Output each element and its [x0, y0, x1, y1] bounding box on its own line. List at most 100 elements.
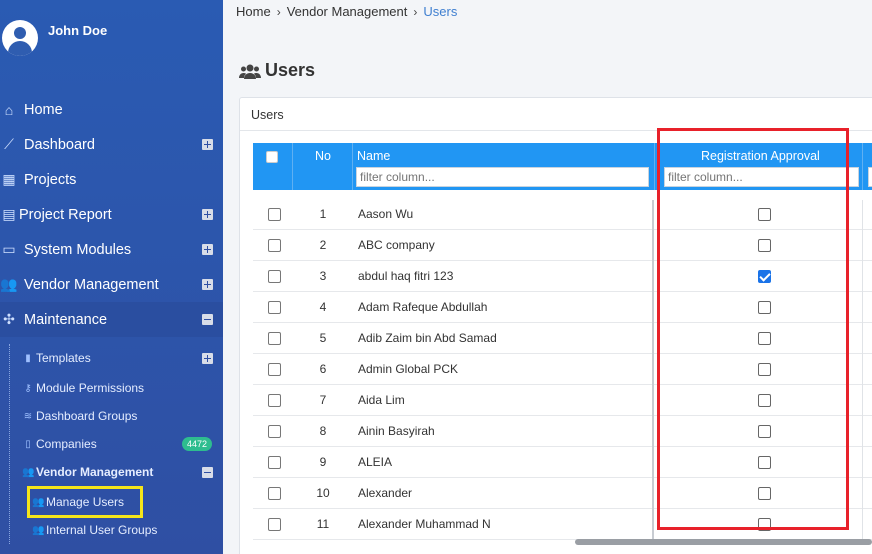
- breadcrumb-vendor-management[interactable]: Vendor Management: [287, 4, 408, 19]
- building-icon: ▯: [25, 438, 31, 450]
- row-number: 4: [319, 300, 327, 314]
- user-panel: John Doe: [0, 0, 223, 86]
- sidebar-subitem-label: Companies: [36, 437, 97, 451]
- sidebar: John Doe ⌂ Home ⟋ Dashboard ▦ Projects ▤ Projec…: [0, 0, 223, 554]
- select-all-checkbox[interactable]: [266, 151, 278, 163]
- sidebar-subitem-module-permissions[interactable]: ⚷ Module Permissions: [0, 374, 223, 402]
- highlight-manage-users: [27, 486, 143, 518]
- row-number: 11: [316, 517, 330, 531]
- row-number: 10: [316, 486, 330, 500]
- row-name: Alexander: [358, 486, 413, 500]
- row-number: 1: [319, 207, 327, 221]
- breadcrumb: Home › Vendor Management › Users: [236, 4, 457, 19]
- header-name-col[interactable]: Name: [353, 143, 655, 190]
- chevron-right-icon: ›: [276, 4, 281, 19]
- column-resize-handle[interactable]: [652, 200, 654, 540]
- header-select-col: [253, 143, 293, 190]
- row-name: Aason Wu: [358, 207, 414, 221]
- collapse-icon[interactable]: [202, 466, 213, 478]
- row-number: 2: [319, 238, 327, 252]
- expand-icon[interactable]: [202, 209, 213, 220]
- expand-icon[interactable]: [202, 279, 213, 290]
- sidebar-subitem-companies[interactable]: ▯ Companies 4472: [0, 430, 223, 458]
- row-select-checkbox[interactable]: [268, 394, 281, 407]
- users-icon: 👥: [0, 276, 18, 292]
- layers-icon: ≋: [23, 410, 33, 422]
- sidebar-item-label: Home: [24, 101, 63, 118]
- monitor-icon: ▭: [2, 241, 16, 257]
- sidebar-subitem-internal-user-groups[interactable]: 👥 Internal User Groups: [0, 516, 223, 544]
- sidebar-item-project-report[interactable]: ▤ Project Report: [0, 197, 223, 232]
- breadcrumb-users: Users: [423, 4, 458, 19]
- row-name: Adam Rafeque Abdullah: [358, 300, 488, 314]
- row-name: Aida Lim: [358, 393, 405, 407]
- page-title: Users: [239, 60, 315, 81]
- row-name: Adib Zaim bin Abd Samad: [358, 331, 497, 345]
- key-icon: ⚷: [24, 382, 32, 394]
- users-icon: 👥: [22, 466, 35, 478]
- row-number: 3: [319, 269, 327, 283]
- sidebar-item-maintenance[interactable]: ✣ Maintenance: [0, 302, 223, 337]
- chevron-right-icon: ›: [413, 4, 418, 19]
- row-select-checkbox[interactable]: [268, 518, 281, 531]
- sidebar-item-vendor-management[interactable]: 👥 Vendor Management: [0, 267, 223, 302]
- sidebar-subitem-label: Vendor Management: [36, 465, 154, 479]
- breadcrumb-home[interactable]: Home: [236, 4, 271, 19]
- row-select-checkbox[interactable]: [268, 270, 281, 283]
- next-filter-input[interactable]: [868, 167, 872, 187]
- avatar[interactable]: [2, 20, 38, 56]
- row-select-checkbox[interactable]: [268, 456, 281, 469]
- network-icon: ✣: [3, 311, 15, 327]
- row-select-checkbox[interactable]: [268, 363, 281, 376]
- chart-icon: ⟋: [4, 136, 14, 152]
- table-icon: ▦: [2, 171, 16, 187]
- row-number: 6: [319, 362, 327, 376]
- sidebar-subitem-vendor-management[interactable]: 👥 Vendor Management: [0, 458, 223, 486]
- row-name: abdul haq fitri 123: [358, 269, 454, 283]
- expand-icon[interactable]: [202, 352, 213, 364]
- expand-icon[interactable]: [202, 244, 213, 255]
- sidebar-item-system-modules[interactable]: ▭ System Modules: [0, 232, 223, 267]
- user-name: John Doe: [48, 23, 108, 38]
- row-name: Admin Global PCK: [358, 362, 459, 376]
- header-no-col[interactable]: No: [293, 143, 353, 190]
- row-select-checkbox[interactable]: [268, 239, 281, 252]
- highlight-registration-approval: [657, 128, 849, 530]
- sidebar-item-projects[interactable]: ▦ Projects: [0, 162, 223, 197]
- collapse-icon[interactable]: [202, 314, 213, 325]
- name-filter-input[interactable]: [356, 167, 649, 187]
- count-badge: 4472: [182, 437, 213, 451]
- users-icon: 👥: [32, 524, 45, 536]
- card-title: Users: [251, 108, 284, 122]
- row-name: ABC company: [358, 238, 435, 252]
- header-next-col: [863, 143, 872, 190]
- row-number: 5: [319, 331, 327, 345]
- header-name: Name: [357, 149, 391, 163]
- row-select-checkbox[interactable]: [268, 332, 281, 345]
- sidebar-item-label: Dashboard: [24, 136, 95, 153]
- horizontal-scrollbar[interactable]: [575, 539, 872, 545]
- header-no: No: [315, 149, 331, 163]
- row-select-checkbox[interactable]: [268, 208, 281, 221]
- sidebar-item-label: System Modules: [24, 241, 132, 258]
- row-name: ALEIA: [358, 455, 393, 469]
- sidebar-item-label: Projects: [24, 171, 77, 188]
- sidebar-subitem-label: Module Permissions: [36, 381, 145, 395]
- home-icon: ⌂: [4, 101, 14, 118]
- column-divider: [862, 200, 863, 540]
- sidebar-item-home[interactable]: ⌂ Home: [0, 92, 223, 127]
- sidebar-item-label: Vendor Management: [24, 276, 159, 293]
- row-select-checkbox[interactable]: [268, 301, 281, 314]
- sidebar-item-dashboard[interactable]: ⟋ Dashboard: [0, 127, 223, 162]
- sidebar-subitem-templates[interactable]: ▮ Templates: [0, 344, 223, 372]
- sidebar-subitem-label: Templates: [36, 351, 91, 365]
- expand-icon[interactable]: [202, 139, 213, 150]
- row-number: 8: [319, 424, 327, 438]
- row-name: Ainin Basyirah: [358, 424, 435, 438]
- row-select-checkbox[interactable]: [268, 425, 281, 438]
- sidebar-subitem-dashboard-groups[interactable]: ≋ Dashboard Groups: [0, 402, 223, 430]
- row-number: 7: [319, 393, 327, 407]
- row-select-checkbox[interactable]: [268, 487, 281, 500]
- sidebar-subitem-label: Dashboard Groups: [36, 409, 138, 423]
- sidebar-subitem-label: Internal User Groups: [46, 523, 158, 537]
